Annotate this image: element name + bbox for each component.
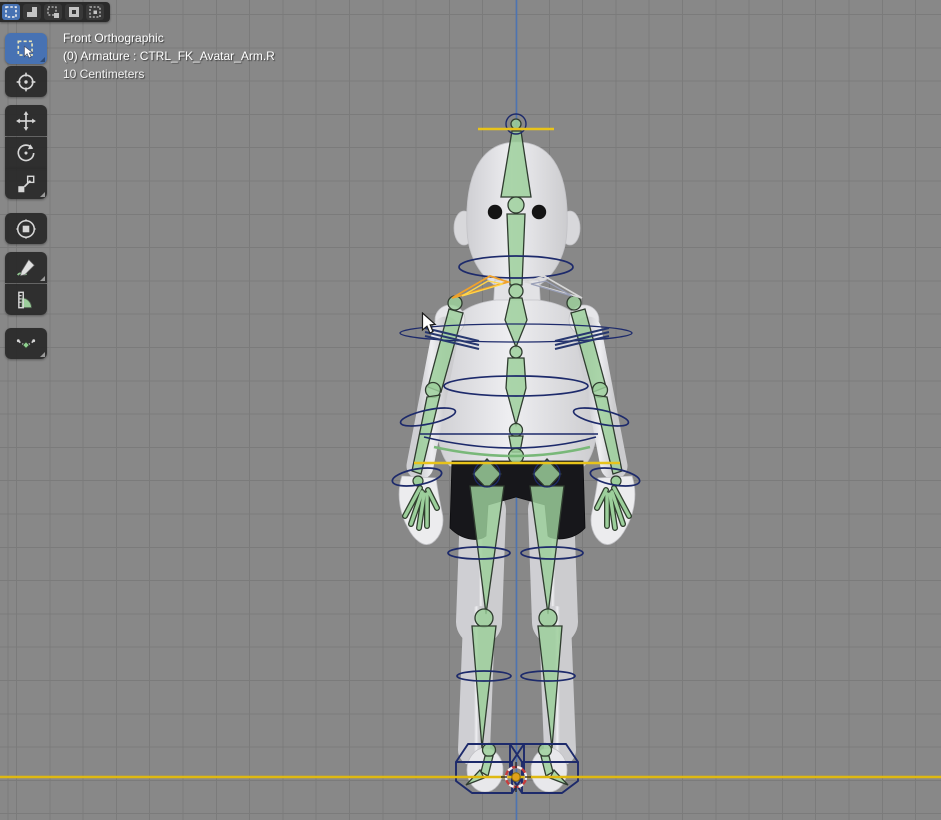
- eye-left: [488, 205, 502, 219]
- bone-ball-knee-l: [539, 609, 557, 627]
- cursor-tool-icon: [15, 71, 37, 93]
- blender-3d-viewport[interactable]: Front Orthographic (0) Armature : CTRL_F…: [0, 0, 941, 820]
- measure-icon: [15, 289, 37, 311]
- select-mode-bar: [0, 2, 110, 22]
- tool-scale[interactable]: [5, 168, 47, 199]
- move-icon: [15, 110, 37, 132]
- bone-ball-brow: [508, 197, 524, 213]
- rotate-icon: [15, 142, 37, 164]
- select-mode-intersect-button[interactable]: [86, 4, 104, 20]
- bone-neck-fk: [507, 214, 525, 285]
- pose-breakdowner-icon: [15, 333, 37, 355]
- select-mode-subtract-button[interactable]: [44, 4, 62, 20]
- select-extend-icon: [25, 5, 39, 19]
- scale-icon: [15, 173, 37, 195]
- grid-scale-label: 10 Centimeters: [63, 65, 144, 83]
- tool-transform[interactable]: [5, 213, 47, 244]
- tool-measure[interactable]: [5, 284, 47, 315]
- bone-ball-knee-r: [475, 609, 493, 627]
- tool-cursor[interactable]: [5, 66, 47, 97]
- select-invert-icon: [67, 5, 81, 19]
- subtool-indicator: [40, 276, 45, 281]
- select-box-icon: [15, 38, 37, 60]
- bone-ball-crown: [511, 119, 521, 129]
- bone-ball-shoulder-l: [567, 296, 581, 310]
- eye-right: [532, 205, 546, 219]
- tool-pose-breakdowner[interactable]: [5, 328, 47, 359]
- select-set-icon: [4, 5, 18, 19]
- subtool-indicator: [40, 192, 45, 197]
- bone-ball-ankle-l: [539, 744, 552, 757]
- select-subtract-icon: [46, 5, 60, 19]
- subtool-indicator: [40, 57, 45, 62]
- scene-render[interactable]: [0, 0, 941, 820]
- annotate-icon: [15, 257, 37, 279]
- active-object-label: (0) Armature : CTRL_FK_Avatar_Arm.R: [63, 47, 275, 65]
- tool-move[interactable]: [5, 105, 47, 136]
- tool-select-box[interactable]: [5, 33, 47, 64]
- bone-ball-chest: [510, 346, 522, 358]
- view-label: Front Orthographic: [63, 29, 164, 47]
- subtool-indicator: [40, 352, 45, 357]
- bone-ball-neck: [509, 284, 523, 298]
- select-intersect-icon: [88, 5, 102, 19]
- bone-ball-shoulder-r: [448, 296, 462, 310]
- bone-ball-ankle-r: [483, 744, 496, 757]
- tool-annotate[interactable]: [5, 252, 47, 283]
- 3d-cursor[interactable]: [501, 762, 531, 792]
- transform-icon: [15, 218, 37, 240]
- object-origin-dot: [512, 773, 520, 781]
- tool-rotate[interactable]: [5, 137, 47, 168]
- select-mode-set-button[interactable]: [2, 4, 20, 20]
- select-mode-invert-button[interactable]: [65, 4, 83, 20]
- select-mode-extend-button[interactable]: [23, 4, 41, 20]
- shorts: [450, 461, 585, 539]
